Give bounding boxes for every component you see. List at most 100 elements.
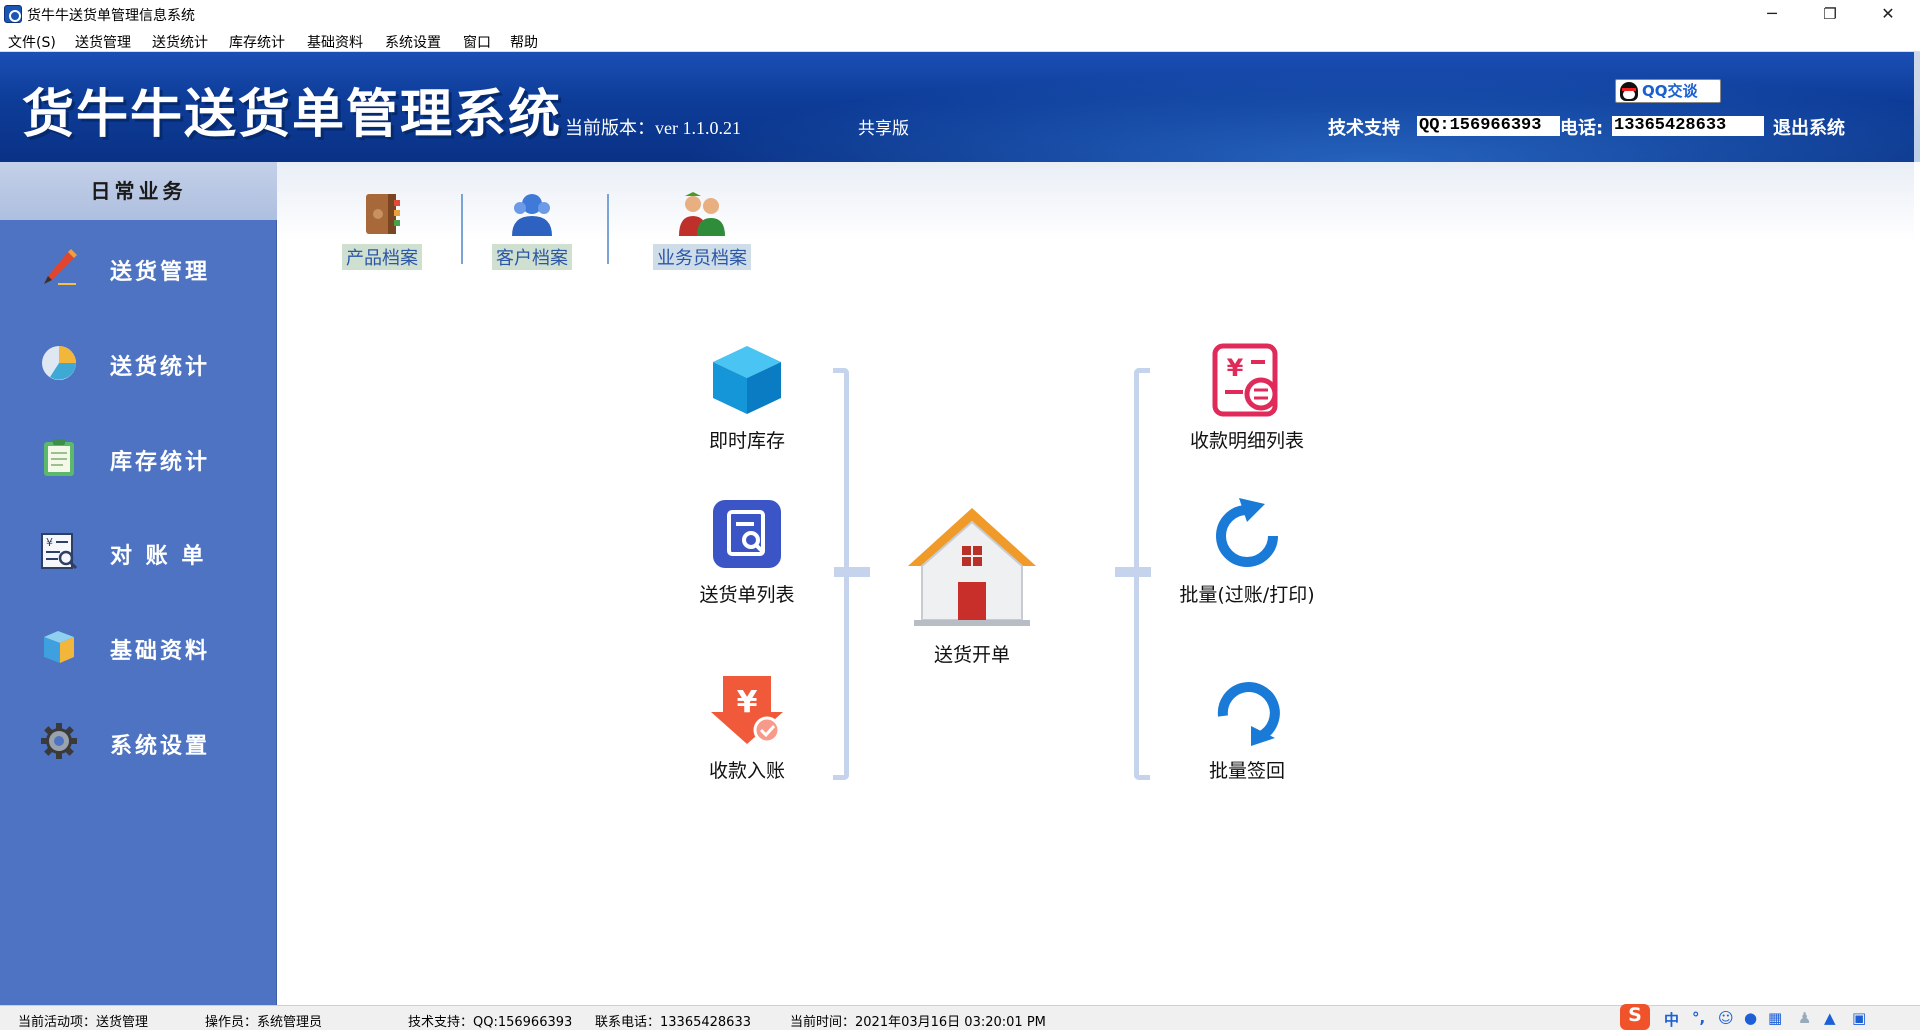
title-bar: 货牛牛送货单管理信息系统 ─ ❐ ✕ — [0, 0, 1920, 28]
menu-inventory-stats[interactable]: 库存统计 — [229, 32, 285, 52]
svg-text:¥: ¥ — [46, 536, 53, 549]
menu-window[interactable]: 窗口 — [463, 32, 491, 52]
payment-entry-label: 收款入账 — [708, 760, 785, 782]
support-qq-value: QQ:156966393 — [1417, 116, 1560, 136]
support-phone-value: 13365428633 — [1612, 116, 1764, 136]
toolbar-separator — [461, 194, 463, 264]
batch-sign-back-label: 批量签回 — [1208, 760, 1285, 782]
sidebar-item-basic-data[interactable]: 基础资料 — [0, 607, 277, 687]
box-icon — [44, 631, 74, 663]
salesman-icon — [679, 192, 725, 236]
status-bar: 当前活动项：送货管理 操作员：系统管理员 技术支持：QQ:156966393 联… — [0, 1004, 1920, 1030]
sidebar: 日常业务 送货管理 送货统计 库存统计 ¥ 对 账 单 基础资料 系统设置 — [0, 162, 277, 1005]
payment-detail-list-label: 收款明细列表 — [1189, 430, 1304, 452]
payment-detail-icon: ¥ — [1212, 343, 1278, 417]
menu-system-settings[interactable]: 系统设置 — [385, 32, 441, 52]
sidebar-item-label: 基础资料 — [110, 638, 211, 664]
batch-sign-back-button[interactable]: 批量签回 — [1157, 672, 1337, 783]
product-archive-label: 产品档案 — [342, 244, 422, 270]
gear-icon — [41, 723, 77, 759]
menu-delivery-stats[interactable]: 送货统计 — [152, 32, 208, 52]
window-title: 货牛牛送货单管理信息系统 — [27, 8, 195, 24]
close-button[interactable]: ✕ — [1859, 0, 1917, 28]
book-icon — [366, 194, 400, 234]
version-text: 当前版本：ver 1.1.0.21 — [565, 118, 741, 138]
create-delivery-label: 送货开单 — [933, 644, 1010, 666]
payment-entry-button[interactable]: ¥ 收款入账 — [677, 672, 817, 783]
svg-text:¥: ¥ — [737, 685, 758, 720]
cube-icon — [713, 346, 781, 414]
ime-punct-toggle[interactable]: °, — [1692, 1009, 1705, 1027]
payment-detail-list-button[interactable]: ¥ 收款明细列表 — [1157, 342, 1337, 453]
sidebar-item-statement[interactable]: ¥ 对 账 单 — [0, 512, 277, 592]
pencil-icon — [44, 249, 77, 285]
customer-archive-label: 客户档案 — [492, 244, 572, 270]
sidebar-header: 日常业务 — [0, 162, 277, 220]
batch-post-print-label: 批量(过账/打印) — [1179, 584, 1315, 606]
status-support: 技术支持：QQ:156966393 — [408, 1015, 573, 1030]
header-banner: 货牛牛送货单管理系统 当前版本：ver 1.1.0.21 共享版 QQ交谈 技术… — [0, 52, 1920, 162]
svg-text:¥: ¥ — [1227, 354, 1244, 382]
toolbar-separator — [607, 194, 609, 264]
status-activity: 当前活动项：送货管理 — [18, 1015, 149, 1030]
ime-logo-icon[interactable]: S — [1620, 1004, 1650, 1030]
house-icon — [908, 508, 1036, 626]
instant-inventory-button[interactable]: 即时库存 — [677, 342, 817, 453]
sidebar-item-label: 对 账 单 — [110, 543, 207, 569]
microphone-icon[interactable]: ● — [1744, 1009, 1757, 1027]
return-icon — [1217, 682, 1280, 746]
sidebar-item-inventory-stats[interactable]: 库存统计 — [0, 418, 277, 498]
main-panel: 产品档案 客户档案 业务员档案 即时库存 送货单列表 ¥ 收款入账 送货开单 ¥… — [277, 162, 1914, 1005]
skin-icon[interactable]: ▲ — [1824, 1009, 1836, 1027]
exit-system-link[interactable]: 退出系统 — [1773, 114, 1845, 140]
salesman-archive-button[interactable]: 业务员档案 — [627, 190, 777, 270]
customer-icon — [512, 194, 552, 236]
edition-text: 共享版 — [858, 119, 909, 139]
qq-chat-button[interactable]: QQ交谈 — [1615, 79, 1721, 103]
sidebar-item-label: 系统设置 — [110, 733, 211, 759]
sidebar-item-label: 库存统计 — [110, 449, 211, 475]
status-operator: 操作员：系统管理员 — [205, 1015, 323, 1030]
payment-in-icon: ¥ — [711, 676, 783, 744]
minimize-button[interactable]: ─ — [1743, 0, 1801, 28]
sidebar-item-delivery[interactable]: 送货管理 — [0, 228, 277, 308]
sidebar-item-label: 送货管理 — [110, 259, 211, 285]
phone-label: 电话: — [1560, 118, 1604, 139]
clipboard-icon — [44, 439, 74, 476]
statement-icon: ¥ — [41, 533, 78, 570]
user-icon[interactable]: ♟ — [1798, 1009, 1811, 1027]
sidebar-item-label: 送货统计 — [110, 354, 211, 380]
batch-post-print-button[interactable]: 批量(过账/打印) — [1157, 496, 1337, 607]
product-archive-button[interactable]: 产品档案 — [335, 190, 429, 270]
delivery-list-label: 送货单列表 — [699, 584, 795, 606]
create-delivery-button[interactable]: 送货开单 — [897, 502, 1047, 667]
toolbox-icon[interactable]: ▣ — [1852, 1009, 1866, 1027]
app-logo-icon — [4, 5, 22, 23]
document-search-icon — [713, 500, 781, 568]
support-label: 技术支持 — [1328, 118, 1400, 139]
status-time: 当前时间：2021年03月16日 03:20:01 PM — [790, 1015, 1046, 1030]
sidebar-item-delivery-stats[interactable]: 送货统计 — [0, 323, 277, 403]
menu-help[interactable]: 帮助 — [510, 32, 538, 52]
status-phone: 联系电话：13365428633 — [595, 1015, 751, 1030]
menu-bar: 文件(S) 送货管理 送货统计 库存统计 基础资料 系统设置 窗口 帮助 — [0, 28, 1920, 52]
app-title: 货牛牛送货单管理系统 — [22, 84, 563, 145]
left-connector — [834, 567, 870, 577]
keyboard-icon[interactable]: ▦ — [1768, 1009, 1782, 1027]
menu-basic-data[interactable]: 基础资料 — [307, 32, 363, 52]
customer-archive-button[interactable]: 客户档案 — [485, 190, 579, 270]
menu-delivery[interactable]: 送货管理 — [75, 32, 131, 52]
app-window: 货牛牛送货单管理信息系统 ─ ❐ ✕ 文件(S) 送货管理 送货统计 库存统计 … — [0, 0, 1920, 1030]
emoji-icon[interactable]: ☺ — [1718, 1009, 1734, 1027]
instant-inventory-label: 即时库存 — [708, 430, 785, 452]
salesman-archive-label: 业务员档案 — [653, 244, 751, 270]
delivery-list-button[interactable]: 送货单列表 — [677, 496, 817, 607]
qq-penguin-icon — [1620, 82, 1638, 101]
menu-file[interactable]: 文件(S) — [8, 32, 56, 52]
banner-glow — [560, 52, 1920, 162]
right-connector — [1115, 567, 1151, 577]
sidebar-item-system-settings[interactable]: 系统设置 — [0, 702, 277, 782]
restore-button[interactable]: ❐ — [1801, 0, 1859, 28]
ime-mode-toggle[interactable]: 中 — [1664, 1009, 1679, 1030]
refresh-icon — [1216, 498, 1278, 567]
